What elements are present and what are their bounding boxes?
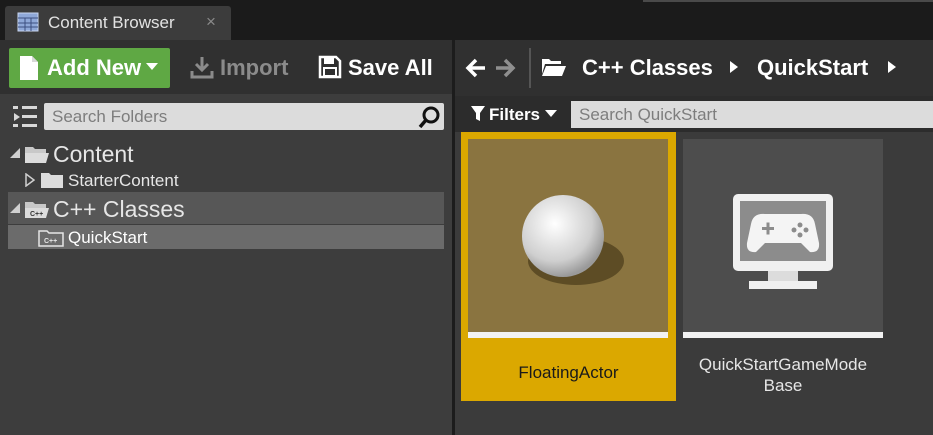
save-icon [318, 55, 342, 79]
asset-tile-gamemode[interactable] [683, 139, 883, 332]
breadcrumb-chevron-icon[interactable] [887, 60, 897, 74]
folder-open-icon[interactable] [541, 57, 567, 77]
gamemode-monitor-icon [733, 194, 833, 289]
path-separator [529, 48, 531, 88]
cpp-folder-icon: C++ [25, 202, 49, 218]
expanded-arrow-icon[interactable] [9, 202, 21, 214]
cpp-folder-icon: C++ [38, 230, 64, 247]
import-button[interactable]: Import [220, 55, 288, 81]
asset-name-gamemode: QuickStartGameMode Base [676, 354, 890, 396]
forward-arrow-icon[interactable] [494, 57, 516, 79]
asset-type-bar [683, 332, 883, 338]
svg-text:C++: C++ [44, 238, 57, 245]
asset-search-placeholder: Search QuickStart [579, 105, 717, 124]
new-file-icon [20, 56, 38, 80]
add-new-label: Add New [47, 55, 142, 80]
tree-item-cpp-classes[interactable]: C++ Classes [53, 196, 185, 223]
tree-item-content[interactable]: Content [53, 141, 134, 168]
collapsed-arrow-icon[interactable] [25, 173, 35, 187]
asset-thumbnail [468, 139, 668, 332]
import-icon [190, 57, 214, 79]
tree-item-quickstart[interactable]: QuickStart [68, 228, 147, 248]
save-all-button[interactable]: Save All [348, 55, 433, 81]
sphere-icon [522, 195, 624, 285]
back-arrow-icon[interactable] [465, 57, 487, 79]
asset-name-line1: QuickStartGameMode [698, 355, 868, 374]
folder-search-placeholder: Search Folders [52, 107, 168, 126]
tree-item-startercontent[interactable]: StarterContent [68, 171, 179, 191]
breadcrumb-quickstart[interactable]: QuickStart [757, 55, 868, 81]
asset-name-line2: Base [763, 376, 803, 395]
search-icon [418, 106, 440, 129]
svg-text:C++: C++ [30, 211, 43, 218]
folder-search-input[interactable]: Search Folders [44, 103, 444, 130]
expanded-arrow-icon[interactable] [9, 147, 21, 159]
chevron-down-icon [545, 110, 557, 117]
breadcrumb-chevron-icon[interactable] [729, 60, 739, 74]
filters-button[interactable]: Filters [489, 105, 540, 125]
asset-name-floatingactor: FloatingActor [518, 363, 619, 382]
asset-type-bar [468, 332, 668, 338]
tab-close-icon[interactable]: × [206, 12, 216, 32]
folder-icon [41, 173, 63, 188]
tab-title: Content Browser [48, 13, 175, 32]
folder-open-icon [25, 147, 49, 163]
asset-search-input[interactable]: Search QuickStart [571, 101, 933, 128]
folder-tree-toggle-icon[interactable] [11, 104, 39, 128]
grid-icon [17, 12, 39, 32]
breadcrumb-cpp-classes[interactable]: C++ Classes [582, 55, 713, 81]
chevron-down-icon [146, 63, 158, 70]
tab-bar-divider [643, 0, 933, 2]
filter-funnel-icon [471, 106, 485, 121]
